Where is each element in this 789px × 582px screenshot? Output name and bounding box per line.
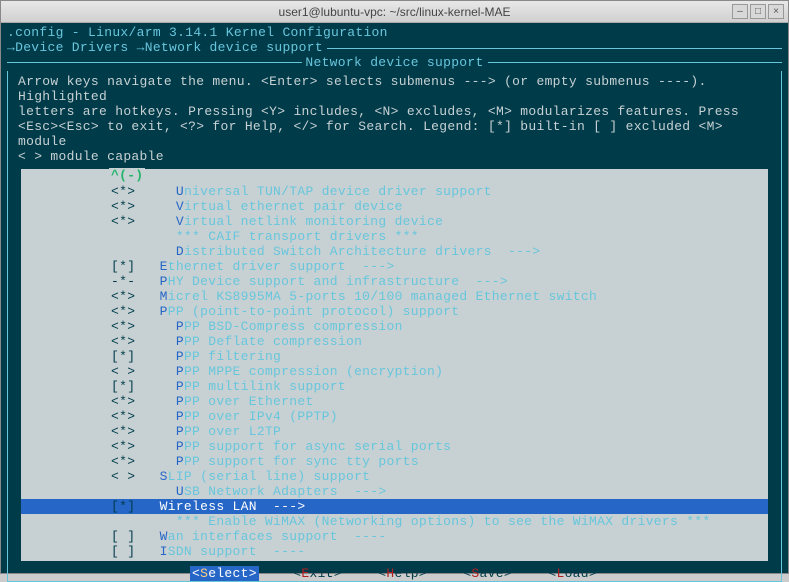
menu-item[interactable]: <*> PPP over L2TP xyxy=(21,424,768,439)
window-controls: – □ × xyxy=(732,4,784,19)
help-line: Arrow keys navigate the menu. <Enter> se… xyxy=(18,74,771,104)
menu-item[interactable]: <*> PPP support for sync tty ports xyxy=(21,454,768,469)
help-line: < > module capable xyxy=(18,149,771,164)
menu-item[interactable]: <*> PPP Deflate compression xyxy=(21,334,768,349)
menu-item[interactable]: <*> PPP over Ethernet xyxy=(21,394,768,409)
scroll-up-indicator: ^(-) xyxy=(109,168,145,183)
menu-item[interactable]: [ ] ISDN support ---- xyxy=(21,544,768,559)
menu-frame-top: ^(-) xyxy=(20,168,769,182)
menu-item[interactable]: <*> PPP (point-to-point protocol) suppor… xyxy=(21,304,768,319)
close-button[interactable]: × xyxy=(768,4,784,19)
section-title: Network device support xyxy=(301,55,487,70)
terminal-body[interactable]: .config - Linux/arm 3.14.1 Kernel Config… xyxy=(1,23,788,573)
menu-item[interactable]: [*] Ethernet driver support ---> xyxy=(21,259,768,274)
help-line: letters are hotkeys. Pressing <Y> includ… xyxy=(18,104,771,119)
breadcrumb: →Device Drivers →Network device support xyxy=(7,40,782,55)
menu-item[interactable]: [*] Wireless LAN ---> xyxy=(21,499,768,514)
menu-item[interactable]: <*> PPP support for async serial ports xyxy=(21,439,768,454)
window-title: user1@lubuntu-vpc: ~/src/linux-kernel-MA… xyxy=(279,5,511,19)
minimize-button[interactable]: – xyxy=(732,4,748,19)
config-header: .config - Linux/arm 3.14.1 Kernel Config… xyxy=(7,25,782,40)
menu-item[interactable]: <*> Virtual ethernet pair device xyxy=(21,199,768,214)
menuconfig-frame: Arrow keys navigate the menu. <Enter> se… xyxy=(7,71,782,582)
menu-item[interactable]: Distributed Switch Architecture drivers … xyxy=(21,244,768,259)
menu-item[interactable]: <*> Virtual netlink monitoring device xyxy=(21,214,768,229)
help-line: <Esc><Esc> to exit, <?> for Help, </> fo… xyxy=(18,119,771,149)
menu-item[interactable]: <*> PPP BSD-Compress compression xyxy=(21,319,768,334)
menu-item[interactable]: *** CAIF transport drivers *** xyxy=(21,229,768,244)
terminal-window: user1@lubuntu-vpc: ~/src/linux-kernel-MA… xyxy=(0,0,789,574)
menu-item[interactable]: <*> Micrel KS8995MA 5-ports 10/100 manag… xyxy=(21,289,768,304)
window-titlebar[interactable]: user1@lubuntu-vpc: ~/src/linux-kernel-MA… xyxy=(1,1,788,23)
menu-item[interactable]: <*> PPP over IPv4 (PPTP) xyxy=(21,409,768,424)
menu-item[interactable]: [ ] Wan interfaces support ---- xyxy=(21,529,768,544)
maximize-button[interactable]: □ xyxy=(750,4,766,19)
menu-list[interactable]: <*> Universal TUN/TAP device driver supp… xyxy=(20,182,769,562)
menu-item[interactable]: -*- PHY Device support and infrastructur… xyxy=(21,274,768,289)
menu-item[interactable]: [*] PPP multilink support xyxy=(21,379,768,394)
menu-item[interactable]: < > SLIP (serial line) support xyxy=(21,469,768,484)
menu-item[interactable]: <*> Universal TUN/TAP device driver supp… xyxy=(21,184,768,199)
menu-item[interactable]: USB Network Adapters ---> xyxy=(21,484,768,499)
menu-item[interactable]: < > PPP MPPE compression (encryption) xyxy=(21,364,768,379)
breadcrumb-text: →Device Drivers →Network device support xyxy=(7,40,327,55)
help-text: Arrow keys navigate the menu. <Enter> se… xyxy=(8,71,781,166)
menu-item[interactable]: [*] PPP filtering xyxy=(21,349,768,364)
section-frame-top: Network device support xyxy=(7,55,782,70)
menu-item[interactable]: *** Enable WiMAX (Networking options) to… xyxy=(21,514,768,529)
